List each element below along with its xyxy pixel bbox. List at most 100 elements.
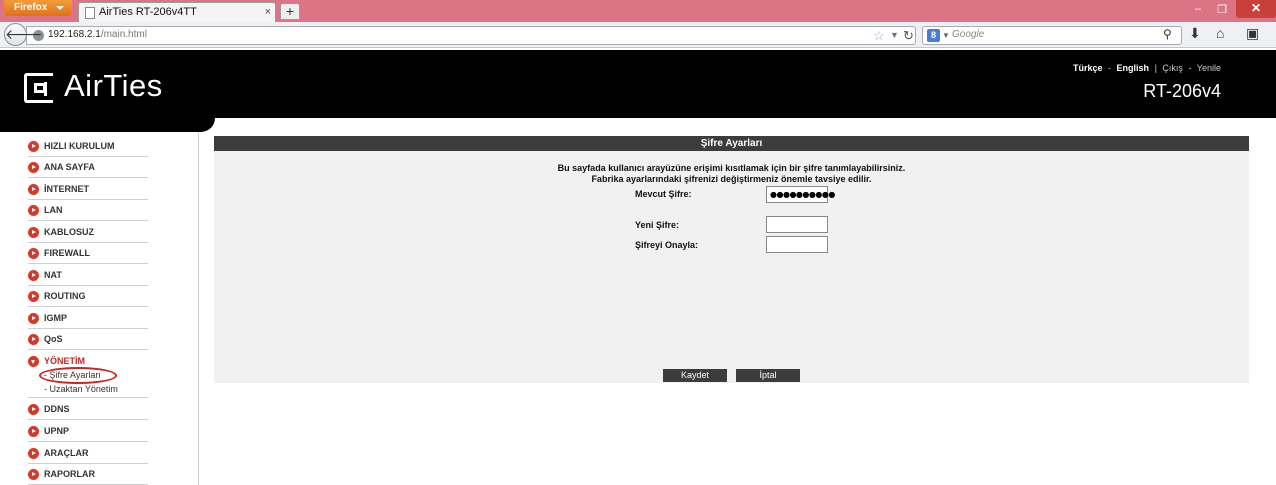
arrow-bullet-icon (28, 227, 39, 238)
header-curve (0, 118, 215, 132)
refresh-link[interactable]: Yenile (1197, 63, 1221, 73)
arrow-bullet-icon (28, 426, 39, 437)
sidebar-item-label: IGMP (44, 313, 68, 323)
sidebar-item-label: RAPORLAR (44, 469, 95, 479)
url-path: /main.html (100, 29, 147, 40)
sidebar-item-label: ARAÇLAR (44, 448, 89, 458)
confirm-password-input[interactable] (766, 236, 828, 253)
search-bar[interactable]: 8 ▼ Google ⚲ (922, 26, 1182, 45)
new-tab-button[interactable]: + (280, 3, 300, 20)
back-arrow-icon: 🡐 (5, 26, 43, 42)
arrow-bullet-icon (28, 469, 39, 480)
divider (28, 397, 148, 398)
lang-separator-2: - (1188, 63, 1192, 73)
sidebar-item-label: DDNS (44, 404, 70, 414)
sidebar-item-label: KABLOSUZ (44, 227, 94, 237)
sidebar-subitem-uzaktan-yonetim[interactable]: - Uzaktan Yönetim (44, 384, 118, 394)
back-button[interactable]: 🡐 (4, 23, 43, 46)
sidebar-item-label: ROUTING (44, 291, 86, 301)
sidebar-item-internet[interactable]: İNTERNET (28, 179, 148, 200)
sidebar-item-ddns[interactable]: DDNS (28, 399, 148, 420)
window-close-button[interactable]: ✕ (1236, 0, 1276, 18)
current-password-input[interactable]: ●●●●●●●●●● (766, 186, 835, 203)
current-password-label: Mevcut Şifre: (635, 189, 692, 199)
sidebar-item-label: FIREWALL (44, 248, 90, 258)
menu-icon[interactable]: ▣ (1246, 25, 1259, 42)
router-header: AirTies Türkçe - English | Çıkış - Yenil… (0, 50, 1276, 118)
device-model: RT-206v4 (1143, 81, 1221, 101)
sidebar-item-hizli-kurulum[interactable]: HIZLI KURULUM (28, 136, 148, 157)
browser-navbar: 192.168.2.1/main.html ☆ ▼ ↻ 🡐 8 ▼ Google… (0, 22, 1276, 48)
lang-separator: - (1108, 63, 1112, 73)
sidebar-item-igmp[interactable]: IGMP (28, 308, 148, 329)
password-settings-panel: Bu sayfada kullanıcı arayüzüne erişimi k… (214, 151, 1249, 383)
confirm-password-label: Şifreyi Onayla: (635, 240, 699, 250)
firefox-menu-label: Firefox (14, 2, 48, 13)
browser-titlebar: Firefox AirTies RT-206v4TT × + – ❐ ✕ (0, 0, 1276, 22)
cancel-button[interactable]: İptal (736, 369, 800, 382)
bookmark-star-icon[interactable]: ☆ (873, 28, 885, 44)
sidebar-item-upnp[interactable]: UPNP (28, 421, 148, 442)
arrow-bullet-icon (28, 313, 39, 324)
sidebar-item-raporlar[interactable]: RAPORLAR (28, 464, 148, 485)
arrow-bullet-icon (28, 291, 39, 302)
arrow-bullet-icon (28, 205, 39, 216)
arrow-bullet-icon (28, 184, 39, 195)
sidebar-item-firewall[interactable]: FIREWALL (28, 243, 148, 264)
search-engine-dropdown-icon[interactable]: ▼ (942, 31, 950, 40)
description-line-2: Fabrika ayarlarındaki şifrenizi değiştir… (591, 174, 872, 184)
url-text[interactable]: 192.168.2.1/main.html (48, 29, 147, 40)
arrow-bullet-icon (28, 141, 39, 152)
url-host: 192.168.2.1 (48, 29, 101, 40)
arrow-bullet-icon (28, 162, 39, 173)
sidebar-item-nat[interactable]: NAT (28, 265, 148, 286)
sidebar-item-kablosuz[interactable]: KABLOSUZ (28, 222, 148, 243)
sidebar-item-ana-sayfa[interactable]: ANA SAYFA (28, 157, 148, 178)
tab-close-icon[interactable]: × (265, 6, 271, 18)
save-button[interactable]: Kaydet (663, 369, 727, 382)
pipe-separator: | (1154, 63, 1157, 73)
airties-logo-text: AirTies (64, 68, 163, 103)
url-history-dropdown-icon[interactable]: ▼ (890, 30, 899, 40)
new-password-label: Yeni Şifre: (635, 220, 680, 230)
sidebar-item-araclar[interactable]: ARAÇLAR (28, 443, 148, 464)
downloads-icon[interactable]: ⬇ (1189, 25, 1201, 42)
lang-english-link[interactable]: English (1117, 63, 1150, 73)
tab-title: AirTies RT-206v4TT (99, 6, 197, 18)
sidebar-item-label: QoS (44, 334, 63, 344)
sidebar-item-label: ANA SAYFA (44, 162, 95, 172)
lang-turkish-link[interactable]: Türkçe (1073, 63, 1103, 73)
sidebar-item-label: UPNP (44, 426, 70, 436)
browser-tab[interactable]: AirTies RT-206v4TT × (78, 2, 276, 22)
arrow-bullet-icon (28, 404, 39, 415)
firefox-menu-button[interactable]: Firefox (4, 0, 72, 16)
sidebar-item-label: LAN (44, 205, 63, 215)
minimize-icon[interactable]: – (1188, 3, 1208, 15)
new-password-input[interactable] (766, 216, 828, 233)
search-input[interactable]: Google (952, 29, 984, 40)
arrow-bullet-icon (28, 334, 39, 345)
chevron-down-icon (56, 6, 64, 10)
arrow-bullet-icon (28, 448, 39, 459)
arrow-bullet-icon (28, 270, 39, 281)
search-icon[interactable]: ⚲ (1163, 27, 1172, 41)
reload-icon[interactable]: ↻ (903, 28, 914, 44)
sidebar-item-routing[interactable]: ROUTING (28, 286, 148, 307)
arrow-bullet-icon (28, 248, 39, 259)
arrow-down-bullet-icon (28, 356, 39, 367)
restore-icon[interactable]: ❐ (1212, 3, 1232, 16)
language-links: Türkçe - English | Çıkış - Yenile (1073, 63, 1221, 73)
sidebar-item-qos[interactable]: QoS (28, 329, 148, 350)
selection-highlight-ring (39, 367, 117, 384)
home-icon[interactable]: ⌂ (1216, 25, 1224, 41)
sidebar-item-label: YÖNETİM (44, 356, 86, 366)
page-favicon-icon (85, 7, 95, 19)
description-line-1: Bu sayfada kullanıcı arayüzüne erişimi k… (557, 163, 906, 173)
logout-link[interactable]: Çıkış (1162, 63, 1183, 73)
sidebar-item-label: NAT (44, 270, 62, 280)
search-engine-icon[interactable]: 8 (927, 29, 940, 42)
sidebar-divider (198, 132, 199, 485)
url-bar[interactable]: 192.168.2.1/main.html ☆ ▼ ↻ (26, 26, 916, 45)
sidebar-item-label: HIZLI KURULUM (44, 141, 115, 151)
sidebar-item-lan[interactable]: LAN (28, 200, 148, 221)
